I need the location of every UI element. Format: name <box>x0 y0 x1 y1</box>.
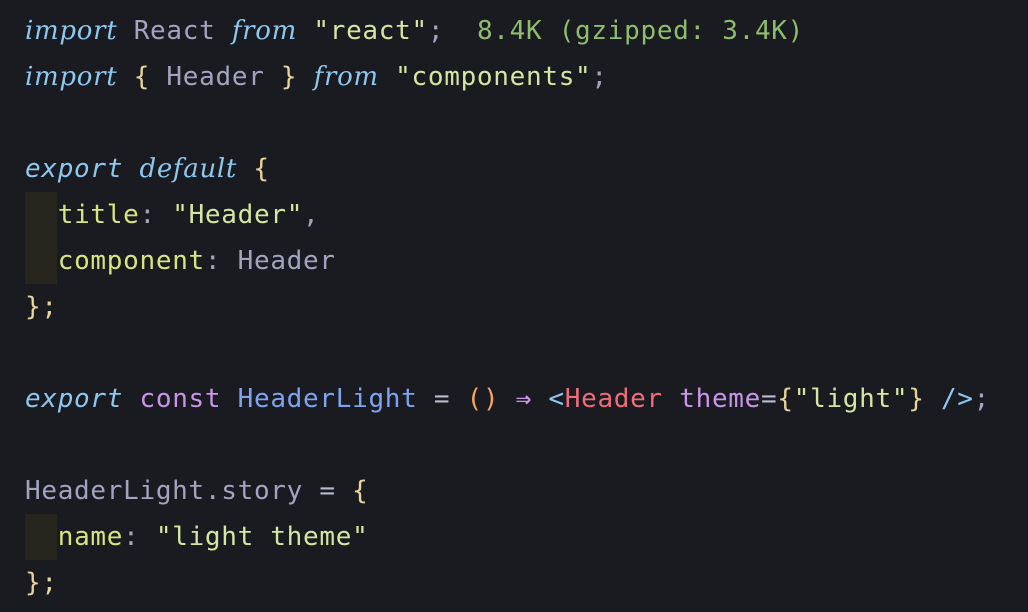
import-keyword: import <box>25 62 118 92</box>
colon: : <box>204 246 222 276</box>
import-size-hint: 8.4K (gzipped: 3.4K) <box>476 16 805 46</box>
semicolon: ; <box>973 384 991 414</box>
from-keyword: from <box>231 16 298 46</box>
identifier: React <box>133 16 216 46</box>
code-line-7: }; <box>25 287 58 327</box>
identifier: Header <box>166 62 265 92</box>
jsx-tag-open: < <box>548 384 565 414</box>
jsx-tag-close: /> <box>940 384 974 414</box>
semicolon: ; <box>427 16 445 46</box>
code-line-2: import { Header } from "components"; <box>25 57 608 97</box>
code-line-13: }; <box>25 563 58 603</box>
property-key: name <box>57 522 124 552</box>
assign-operator: = <box>319 476 336 506</box>
colon: : <box>139 200 156 230</box>
code-line-4: export default { <box>25 149 270 189</box>
attribute-value: "light" <box>793 384 909 414</box>
close-brace: }; <box>25 568 58 598</box>
code-line-12: name: "light theme" <box>25 517 368 557</box>
open-brace: { <box>133 62 151 92</box>
semicolon: ; <box>591 62 608 92</box>
string-value: "Header" <box>172 200 304 230</box>
module-source: "react" <box>313 16 428 46</box>
from-keyword: from <box>313 62 379 92</box>
code-line-5: title: "Header", <box>25 195 319 235</box>
jsx-tag-name: Header <box>564 384 663 414</box>
import-keyword: import <box>25 16 118 46</box>
arrow-operator: ⇒ <box>515 384 533 414</box>
export-keyword: export <box>25 384 124 414</box>
parentheses: () <box>466 384 500 414</box>
open-brace: { <box>352 476 369 506</box>
code-editor[interactable]: import React from "react"; 8.4K (gzipped… <box>0 0 1028 612</box>
property-key: component <box>57 246 205 276</box>
jsx-attribute: theme <box>679 384 762 414</box>
comma: , <box>303 200 320 230</box>
code-line-6: component: Header <box>25 241 336 281</box>
close-brace: } <box>280 62 298 92</box>
module-source: "components" <box>395 62 592 92</box>
colon: : <box>123 522 140 552</box>
property-key: title <box>57 200 140 230</box>
const-keyword: const <box>139 384 222 414</box>
code-line-11: HeaderLight.story = { <box>25 471 368 511</box>
function-name: HeaderLight <box>237 384 418 414</box>
default-keyword: default <box>139 154 238 184</box>
code-line-9: export const HeaderLight = () ⇒ <Header … <box>25 379 990 419</box>
code-line-1: import React from "react"; 8.4K (gzipped… <box>25 11 804 51</box>
attr-equals: = <box>761 384 778 414</box>
close-brace: } <box>908 384 925 414</box>
assign-operator: = <box>433 384 451 414</box>
open-brace: { <box>253 154 270 184</box>
story-target: HeaderLight.story <box>25 476 304 506</box>
identifier: Header <box>237 246 336 276</box>
string-value: "light theme" <box>155 522 369 552</box>
open-brace: { <box>777 384 794 414</box>
export-keyword: export <box>25 154 124 184</box>
close-brace: }; <box>25 292 58 322</box>
